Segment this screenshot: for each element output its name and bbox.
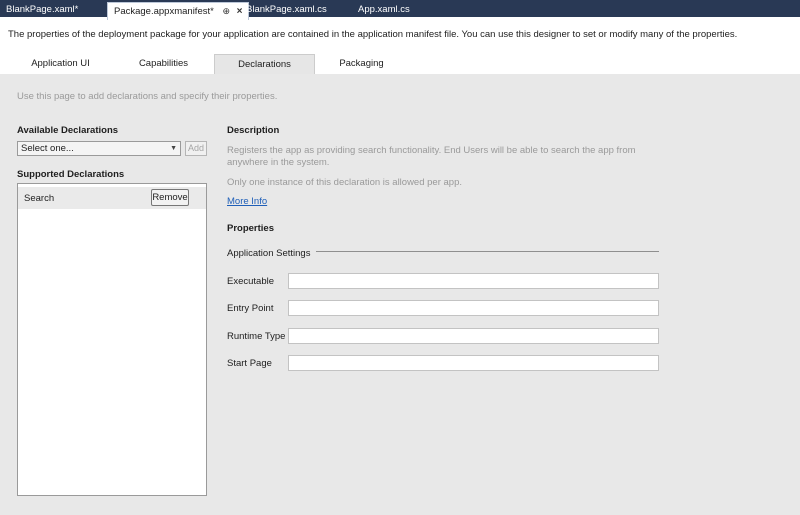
doc-tab-app-xaml-cs[interactable]: App.xaml.cs [352, 2, 416, 20]
chevron-down-icon: ▼ [170, 145, 177, 152]
start-page-field[interactable] [288, 355, 659, 371]
remove-button[interactable]: Remove [151, 189, 189, 206]
start-page-label: Start Page [227, 358, 272, 369]
tab-declarations[interactable]: Declarations [214, 54, 315, 74]
doc-tab-blankpage-xaml[interactable]: BlankPage.xaml* [0, 2, 84, 20]
document-tab-strip: BlankPage.xaml* Package.appxmanifest* ⊕ … [0, 0, 800, 20]
doc-tab-label: App.xaml.cs [358, 4, 410, 15]
add-button[interactable]: Add [185, 141, 207, 156]
entry-point-field[interactable] [288, 300, 659, 316]
description-line-1: Registers the app as providing search fu… [227, 145, 636, 156]
available-declarations-label: Available Declarations [17, 125, 119, 136]
tab-capabilities[interactable]: Capabilities [113, 54, 214, 74]
declaration-select[interactable]: Select one... ▼ [17, 141, 181, 156]
supported-declarations-label: Supported Declarations [17, 169, 125, 180]
doc-tab-label: BlankPage.xaml.cs [246, 4, 327, 15]
select-value: Select one... [21, 143, 74, 154]
pin-icon[interactable]: ⊕ [222, 3, 230, 19]
application-settings-group-title: Application Settings [227, 248, 311, 259]
more-info-link[interactable]: More Info [227, 196, 267, 207]
group-divider [316, 251, 659, 252]
list-item[interactable]: Search Remove [18, 187, 206, 209]
description-line-2: anywhere in the system. [227, 157, 330, 168]
description-heading: Description [227, 125, 280, 136]
tab-application-ui[interactable]: Application UI [8, 54, 113, 74]
executable-label: Executable [227, 276, 275, 287]
properties-heading: Properties [227, 223, 274, 234]
doc-tab-label: Package.appxmanifest* [114, 6, 214, 17]
runtime-type-label: Runtime Type [227, 331, 286, 342]
page-hint: Use this page to add declarations and sp… [17, 91, 278, 102]
runtime-type-field[interactable] [288, 328, 659, 344]
tab-packaging[interactable]: Packaging [315, 54, 408, 74]
manifest-description: The properties of the deployment package… [8, 29, 738, 40]
executable-field[interactable] [288, 273, 659, 289]
doc-tab-label: BlankPage.xaml* [6, 4, 79, 15]
doc-tab-blankpage-xaml-cs[interactable]: BlankPage.xaml.cs [240, 2, 333, 20]
declarations-page: Use this page to add declarations and sp… [0, 74, 800, 515]
designer-tab-bar: Application UI Capabilities Declarations… [0, 54, 800, 74]
single-instance-note: Only one instance of this declaration is… [227, 177, 462, 188]
declaration-name: Search [24, 193, 55, 204]
supported-declarations-list[interactable]: Search Remove [17, 183, 207, 496]
doc-tab-package-appxmanifest[interactable]: Package.appxmanifest* ⊕ × [107, 2, 250, 20]
entry-point-label: Entry Point [227, 303, 274, 314]
